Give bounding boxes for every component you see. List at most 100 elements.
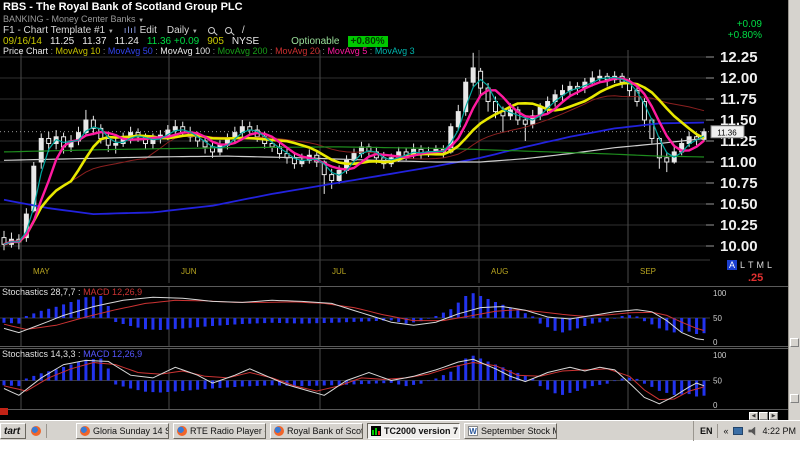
firefox-icon [274,426,284,436]
horizontal-scrollbar[interactable]: ◀ ▶ [748,412,778,420]
price-tick-label: 11.00 [720,154,757,171]
legend-item-movavg-200[interactable]: MovAvg 200 [218,46,268,56]
price-tick-label: 11.75 [720,91,757,108]
right-scroll-strip[interactable] [788,0,800,420]
taskbar-button-label: Royal Bank of Scotland ... [287,426,363,436]
legend-item-movavg-50[interactable]: MovAvg 50 [108,46,153,56]
quicklaunch-divider [46,424,47,438]
edit-button[interactable]: ılıl Edit [124,25,157,36]
month-label-jun: JUN [181,267,197,276]
period-selector[interactable]: Daily ▼ [167,25,198,36]
period-label: Daily [167,25,189,36]
stoch2-name: Stochastics 14,3,3 [2,349,76,359]
macd-histogram [3,293,706,334]
taskbar-button-1[interactable]: RTE Radio Player - Glor... [173,423,266,439]
start-button[interactable]: tart [0,423,26,439]
symbol-title: RBS - The Royal Bank of Scotland Group P… [3,1,243,13]
legend-item-movavg-5[interactable]: MovAvg 5 [327,46,367,56]
change-value: +0.09 [690,19,762,30]
scale-tool-T2[interactable]: T [748,260,754,270]
month-label-jul: JUL [332,267,347,276]
tray-expand-icon[interactable]: « [723,426,728,436]
scroll-left-icon[interactable]: ◀ [749,412,758,420]
industry-selector[interactable]: BANKING - Money Center Banks ▼ [3,14,144,24]
stochastics2-label: Stochastics 14,3,3 : MACD 12,26,9 [2,349,142,359]
last-price-marker: 11.36 [717,128,737,137]
month-label-sep: SEP [640,267,656,276]
stoch-scale-label: 50 [713,377,722,386]
taskbar-button-label: Gloria Sunday 14 Septe... [93,426,169,436]
price-tick-label: 10.50 [720,196,758,213]
price-tick-label: 10.00 [720,238,758,255]
taskbar-button-label: RTE Radio Player - Glor... [190,426,266,436]
stoch-scale-label: 50 [713,314,722,323]
legend-item-movavg-3[interactable]: MovAvg 3 [375,46,415,56]
industry-label: BANKING - Money Center Banks [3,14,136,24]
change-percent: +0.80% [690,30,762,41]
word-icon: W [468,426,478,436]
stoch1-macd-label: MACD 12,26,9 [83,287,142,297]
top-right-change: +0.09 +0.80% [690,19,762,41]
taskbar-button-label: September Stock Mark... [481,426,557,436]
taskbar-button-4[interactable]: WSeptember Stock Mark... [464,423,557,439]
chevron-down-icon: ▼ [108,29,114,35]
scroll-handle[interactable] [759,412,768,420]
stoch2-macd-label: MACD 12,26,9 [83,349,142,359]
price-tick-label: 12.25 [720,50,758,66]
scale-tool-L1[interactable]: L [740,260,745,270]
trendline-tool-icon[interactable]: / [242,25,245,36]
price-tick-label: 10.75 [720,175,758,192]
legend-item-movavg-10[interactable]: MovAvg 10 [56,46,101,56]
taskbar-button-0[interactable]: Gloria Sunday 14 Septe... [76,423,169,439]
legend-item-movavg-100[interactable]: MovAvg 100 [160,46,210,56]
alert-marker [0,408,8,415]
scroll-thumb[interactable] [790,394,799,403]
scale-tools[interactable]: ALTML [727,260,772,270]
stoch1-name: Stochastics 28,7,7 [2,287,76,297]
tc2000-chart-window: RBS - The Royal Bank of Scotland Group P… [0,0,788,420]
firefox-quicklaunch-icon[interactable] [31,426,41,436]
taskbar: tart Gloria Sunday 14 Septe... RTE Radio … [0,420,800,440]
firefox-icon [80,426,90,436]
price-chart-legend: Price Chart : MovAvg 10 : MovAvg 50 : Mo… [3,46,415,56]
scale-tool-L4[interactable]: L [767,260,772,270]
taskbar-button-3[interactable]: TC2000 version 7 Gol... [367,423,460,439]
price-tick-label: 10.25 [720,217,758,234]
stoch-scale-label: 100 [713,351,727,360]
screen: RBS - The Royal Bank of Scotland Group P… [0,0,800,476]
bars-icon: ılıl [124,25,137,35]
stoch-scale-label: 100 [713,289,727,298]
template-label: F1 - Chart Template #1 [3,25,105,36]
chevron-down-icon: ▼ [192,29,198,35]
taskbar-button-label: TC2000 version 7 Gol... [384,426,460,436]
chevron-down-icon: ▼ [138,18,144,24]
scroll-right-icon[interactable]: ▶ [769,412,778,420]
stochastics1-label: Stochastics 28,7,7 : MACD 12,26,9 [2,287,142,297]
firefox-icon [177,426,187,436]
taskbar-button-2[interactable]: Royal Bank of Scotland ... [270,423,363,439]
template-selector[interactable]: F1 - Chart Template #1 ▼ [3,25,114,36]
chart-toolbar: F1 - Chart Template #1 ▼ ılıl Edit Daily… [3,25,245,36]
scroll-thumb[interactable] [790,338,799,347]
legend-item-movavg-20[interactable]: MovAvg 20 [275,46,320,56]
price-axis: 12.2512.0011.7511.5011.2511.0010.7510.50… [706,50,758,255]
network-icon[interactable] [733,427,743,435]
speaker-icon[interactable] [748,427,757,436]
scale-tool-A0[interactable]: A [727,260,737,270]
edit-label: Edit [140,25,157,36]
stoch-scale-label: 0 [713,401,718,410]
moving-averages-layer [4,77,704,244]
scale-tool-M3[interactable]: M [757,260,765,270]
language-indicator[interactable]: EN [700,426,713,436]
scale-decimal[interactable]: .25 [748,272,763,284]
price-chart[interactable]: MAYJUNJULAUGSEP12.2512.0011.7511.5011.25… [0,50,788,286]
clock: 4:22 PM [762,426,796,436]
month-label-aug: AUG [491,267,508,276]
zoom-out-icon[interactable] [225,27,232,34]
legend-item-price-chart[interactable]: Price Chart [3,46,48,56]
zoom-in-icon[interactable] [208,27,215,34]
stoch-scale-label: 0 [713,338,718,347]
month-label-may: MAY [33,267,50,276]
price-tick-label: 12.00 [720,70,758,87]
system-tray: EN « 4:22 PM [693,421,800,441]
